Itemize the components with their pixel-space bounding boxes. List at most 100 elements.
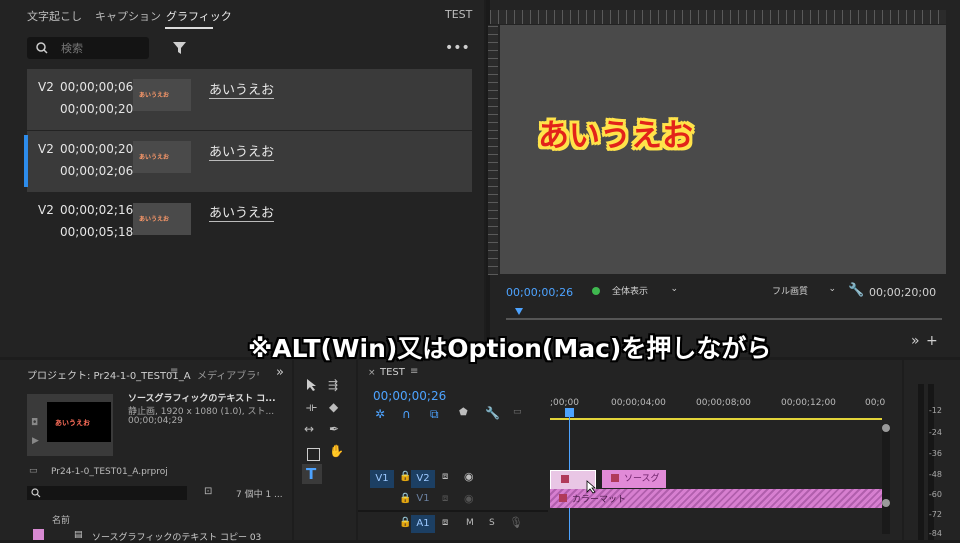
lock-icon[interactable]: 🔒 xyxy=(399,517,411,528)
timecode-out: 00;00;05;18 xyxy=(60,225,134,239)
db-label: -36 xyxy=(928,449,942,458)
lock-icon[interactable]: 🔒 xyxy=(399,493,411,504)
duration-timecode: 00;00;20;00 xyxy=(869,286,937,299)
ruler-label: 00;00;12;00 xyxy=(781,398,836,408)
wrench-icon[interactable]: 🔧 xyxy=(848,283,864,298)
item-text[interactable]: あいうえお xyxy=(209,141,275,161)
settings-wrench-icon[interactable]: 🔧 xyxy=(485,406,500,420)
label-color-swatch[interactable] xyxy=(33,529,44,540)
search-placeholder: 検索 xyxy=(61,42,83,55)
preview-image: あいうえお xyxy=(47,402,111,442)
rectangle-tool-icon[interactable] xyxy=(307,448,320,461)
item-text[interactable]: あいうえお xyxy=(209,202,275,222)
clip-label: カラーマット xyxy=(572,495,627,505)
graphic-item-row[interactable]: V2 00;00;02;16 00;00;05;18 あいうえお あいうえお xyxy=(27,193,472,254)
type-tool-icon[interactable]: T xyxy=(306,465,316,483)
new-bin-icon[interactable]: ⊡ xyxy=(204,486,212,497)
quality-value: フル画質 xyxy=(772,287,809,297)
video-canvas[interactable]: あいうえお xyxy=(500,25,946,274)
hand-tool-icon[interactable]: ✋ xyxy=(329,444,344,458)
slip-tool-icon[interactable]: ↔ xyxy=(304,422,314,436)
eye-icon[interactable]: ◉ xyxy=(464,492,474,505)
eye-icon[interactable]: ◉ xyxy=(464,470,474,483)
solo-button[interactable]: S xyxy=(489,518,495,528)
project-panel: プロジェクト: Pr24-1-0_TEST01_A ≡ メディアブラウザ » あ… xyxy=(0,360,292,543)
playhead-timecode[interactable]: 00;00;00;26 xyxy=(506,286,573,299)
sync-lock-icon[interactable]: ⧈ xyxy=(442,493,448,504)
work-area-bar[interactable] xyxy=(550,418,882,420)
sync-lock-icon[interactable]: ⧈ xyxy=(442,471,448,482)
track-select-tool-icon[interactable]: ⇶ xyxy=(328,378,338,392)
item-thumbnail: あいうえお xyxy=(133,79,191,111)
search-field[interactable]: 検索 xyxy=(27,37,149,59)
menu-icon[interactable]: ≡ xyxy=(170,366,178,377)
timecode-out: 00;00;02;06 xyxy=(60,164,134,178)
timecode-out: 00;00;00;20 xyxy=(60,102,134,116)
canvas-title-text[interactable]: あいうえお xyxy=(538,110,693,155)
razor-tool-icon[interactable]: ◆ xyxy=(329,400,338,414)
tab-transcript[interactable]: 文字起こし xyxy=(27,8,82,24)
track-target-v1[interactable]: V1 xyxy=(411,490,435,508)
pen-tool-icon[interactable]: ✒ xyxy=(329,422,339,436)
track-target-v2[interactable]: V2 xyxy=(411,470,435,488)
add-button-icon[interactable]: + xyxy=(926,333,938,349)
timecode-in: 00;00;00;06 xyxy=(60,80,134,94)
db-label: -12 xyxy=(928,406,942,415)
project-tab[interactable]: プロジェクト: Pr24-1-0_TEST01_A xyxy=(27,367,191,382)
track-divider xyxy=(358,510,548,512)
ripple-edit-tool-icon[interactable]: ⟛ xyxy=(306,400,317,415)
graphic-item-row[interactable]: V2 00;00;00;20 00;00;02;06 あいうえお あいうえお xyxy=(24,131,472,192)
mic-icon[interactable]: 🎙 xyxy=(509,516,523,529)
source-graphic-clip[interactable]: ソースグ xyxy=(602,470,666,488)
lock-icon[interactable]: 🔒 xyxy=(399,471,411,482)
zoom-select[interactable]: 全体表示 ⌄ xyxy=(612,284,680,298)
tab-graphics[interactable]: グラフィック xyxy=(166,8,232,24)
ruler-label: 00;00;04;00 xyxy=(611,398,666,408)
search-icon xyxy=(31,488,41,498)
project-list-item[interactable]: ソースグラフィックのテキスト コピー 03 xyxy=(92,530,261,543)
db-label: -84 xyxy=(928,529,942,538)
more-controls-icon[interactable]: » xyxy=(911,333,920,349)
track-target-a1[interactable]: A1 xyxy=(411,515,435,533)
timecode-in: 00;00;00;20 xyxy=(60,142,134,156)
color-matte-clip[interactable]: カラーマット xyxy=(550,489,882,508)
track-label: V2 xyxy=(38,142,54,156)
search-icon xyxy=(36,42,48,54)
name-column-header[interactable]: 名前 xyxy=(52,513,70,526)
marker-icon[interactable]: ⬟ xyxy=(459,407,468,418)
more-options-icon[interactable]: ••• xyxy=(445,40,470,56)
play-icon[interactable]: ▶ xyxy=(32,436,39,446)
mute-button[interactable]: M xyxy=(466,518,474,528)
nest-icon[interactable]: ✲ xyxy=(375,407,385,421)
snap-icon[interactable]: ∩ xyxy=(402,407,411,421)
item-text[interactable]: あいうえお xyxy=(209,79,275,99)
selection-tool-icon[interactable] xyxy=(306,378,318,392)
playhead-marker[interactable] xyxy=(515,308,523,315)
preview-thumb-text: あいうえお xyxy=(55,419,90,427)
matte-clip-icon xyxy=(559,494,567,502)
captions-icon[interactable]: ▭ xyxy=(513,407,522,417)
timeline-timecode[interactable]: 00;00;00;26 xyxy=(373,389,446,403)
zoom-value: 全体表示 xyxy=(612,287,649,297)
media-browser-tab[interactable]: メディアブラウザ xyxy=(197,367,259,382)
graphic-item-row[interactable]: V2 00;00;00;06 00;00;00;20 あいうえお あいうえお xyxy=(27,69,472,130)
source-patch-v1[interactable]: V1 xyxy=(370,470,394,488)
tab-captions[interactable]: キャプション xyxy=(95,8,161,24)
db-label: -48 xyxy=(928,470,942,479)
linked-selection-icon[interactable]: ⧉ xyxy=(430,407,439,422)
project-search-input[interactable] xyxy=(27,486,187,500)
mouse-cursor-icon xyxy=(586,480,596,494)
vertical-scrollbar[interactable] xyxy=(882,424,890,534)
sync-lock-icon[interactable]: ⧈ xyxy=(442,517,448,528)
preview-title: ソースグラフィックのテキスト コ... xyxy=(128,394,276,404)
scrollbar-handle[interactable] xyxy=(882,499,890,507)
scrollbar-handle[interactable] xyxy=(882,424,890,432)
filter-icon[interactable] xyxy=(173,42,186,54)
db-label: -60 xyxy=(928,490,942,499)
track-label: V2 xyxy=(38,80,54,94)
preview-thumbnail: あいうえお ◘ ▶ xyxy=(27,394,113,456)
quality-select[interactable]: フル画質 ⌄ xyxy=(772,284,838,298)
close-icon[interactable]: × xyxy=(368,368,376,378)
scrub-bar[interactable] xyxy=(506,318,942,320)
db-label: -72 xyxy=(928,510,942,519)
